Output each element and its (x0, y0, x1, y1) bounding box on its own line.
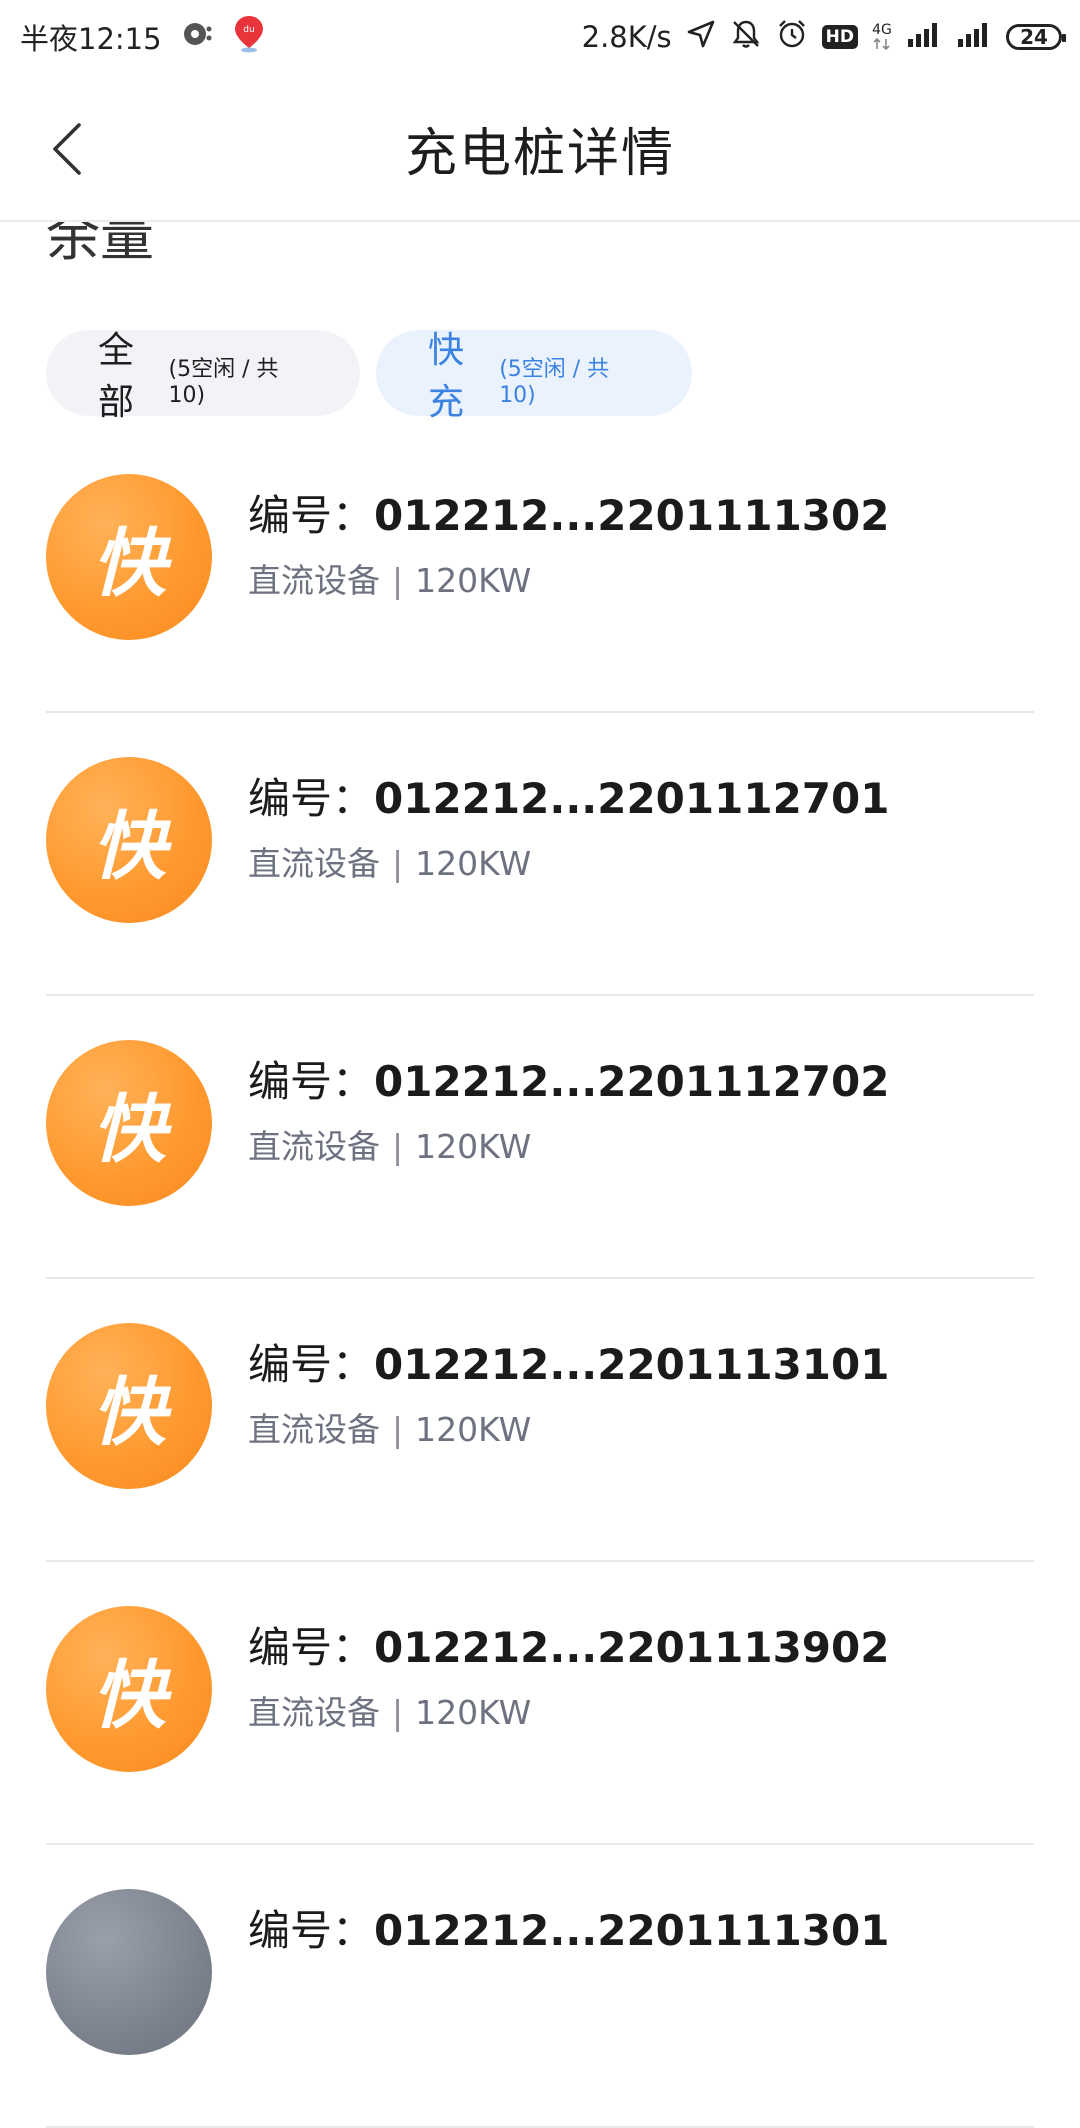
pile-power: 120KW (415, 561, 532, 600)
fast-charge-icon: 快 (46, 1040, 212, 1206)
pile-id: 编号：012212...2201113101 (248, 1331, 889, 1392)
alarm-clock-icon (776, 18, 808, 57)
tab-all-count: (5空闲 / 共10) (168, 356, 279, 408)
pile-id-value: 012212...2201111301 (374, 1906, 890, 1955)
svg-text:du: du (243, 25, 254, 35)
signal-strength-icon-2 (956, 19, 992, 56)
pile-list-item[interactable]: 快 编号：012212...2201112702 直流设备 | 120KW (46, 996, 1034, 1279)
pile-power: 120KW (415, 1127, 532, 1166)
tab-all[interactable]: 全部 (5空闲 / 共10) (46, 330, 360, 423)
tab-fast-label: 快充 (428, 330, 465, 423)
pile-id-label: 编号： (248, 1340, 375, 1389)
charging-pile-list: 快 编号：012212...2201111302 直流设备 | 120KW 快 编号… (46, 430, 1034, 2128)
pile-id-value: 012212...2201113101 (374, 1340, 890, 1389)
pile-id-label: 编号： (248, 1906, 375, 1955)
pile-id-value: 012212...2201112701 (374, 774, 890, 823)
fast-charge-icon: 快 (46, 474, 212, 640)
pile-id: 编号：012212...2201113902 (248, 1614, 889, 1675)
status-right: 2.8K/s HD 4G 24 (581, 0, 1066, 74)
pile-type: 直流设备 (248, 561, 380, 600)
spec-separator: | (392, 561, 404, 600)
pile-id: 编号：012212...2201112702 (248, 1048, 889, 1109)
pile-list-item[interactable]: 快 编号：012212...2201112701 直流设备 | 120KW (46, 713, 1034, 996)
baidu-map-icon: du (232, 14, 266, 61)
filter-tabs: 全部 (5空闲 / 共10) 快充 (5空闲 / 共10) (46, 330, 692, 423)
hd-voice-badge: HD (821, 25, 858, 49)
network-type-label: 4G (872, 22, 892, 38)
pile-id-value: 012212...2201111302 (374, 491, 890, 540)
location-arrow-icon (686, 19, 716, 56)
pile-id-label: 编号： (248, 1057, 375, 1106)
pile-id: 编号：012212...2201111302 (248, 482, 889, 543)
tab-all-label: 全部 (98, 330, 135, 423)
pile-list-item[interactable]: 快 编号：012212...2201113101 直流设备 | 120KW (46, 1279, 1034, 1562)
pile-list-item[interactable]: 编号：012212...2201111301 (46, 1845, 1034, 2128)
pile-type: 直流设备 (248, 844, 380, 883)
fast-charge-icon-glyph: 快 (92, 1086, 166, 1173)
mute-bell-icon (730, 18, 762, 57)
fast-charge-icon-glyph: 快 (92, 1652, 166, 1739)
pile-id: 编号：012212...2201112701 (248, 765, 889, 826)
data-arrows-icon (873, 37, 890, 51)
status-bar: 半夜12:15 du 2.8K/s HD 4G 24 (0, 0, 1080, 74)
status-time: 半夜12:15 (20, 22, 162, 56)
pile-id-value: 012212...2201113902 (374, 1623, 890, 1672)
chevron-left-icon (53, 123, 81, 175)
network-speed: 2.8K/s (581, 20, 672, 54)
fast-charge-icon: 快 (46, 757, 212, 923)
pile-spec: 直流设备 | 120KW (248, 1120, 531, 1168)
battery-level: 24 (1020, 25, 1048, 49)
pile-power: 120KW (415, 844, 532, 883)
spec-separator: | (392, 1127, 404, 1166)
pile-type: 直流设备 (248, 1693, 380, 1732)
pile-type: 直流设备 (248, 1410, 380, 1449)
fast-charge-icon-glyph: 快 (92, 803, 166, 890)
app-notification-icon (180, 17, 214, 58)
pile-type: 直流设备 (248, 1127, 380, 1166)
back-button[interactable] (36, 114, 96, 184)
page-header: 充电桩详情 (0, 74, 1080, 222)
pile-spec: 直流设备 | 120KW (248, 1686, 531, 1734)
spec-separator: | (392, 844, 404, 883)
battery-indicator: 24 (1006, 24, 1066, 50)
pile-spec: 直流设备 | 120KW (248, 1403, 531, 1451)
tab-fast-charge[interactable]: 快充 (5空闲 / 共10) (376, 330, 692, 423)
signal-strength-icon-1 (906, 19, 942, 56)
page-title: 充电桩详情 (404, 123, 675, 184)
pile-id: 编号：012212...2201111301 (248, 1897, 889, 1958)
charge-pile-icon-occupied (46, 1889, 212, 2055)
pile-list-item[interactable]: 快 编号：012212...2201113902 直流设备 | 120KW (46, 1562, 1034, 1845)
spec-separator: | (392, 1693, 404, 1732)
tab-fast-count: (5空闲 / 共10) (499, 356, 610, 408)
pile-id-label: 编号： (248, 774, 375, 823)
spec-separator: | (392, 1410, 404, 1449)
pile-list-item[interactable]: 快 编号：012212...2201111302 直流设备 | 120KW (46, 430, 1034, 713)
pile-id-label: 编号： (248, 1623, 375, 1672)
pile-spec: 直流设备 | 120KW (248, 554, 531, 602)
fast-charge-icon-glyph: 快 (92, 1369, 166, 1456)
pile-power: 120KW (415, 1410, 532, 1449)
fast-charge-icon: 快 (46, 1323, 212, 1489)
pile-spec: 直流设备 | 120KW (248, 837, 531, 885)
pile-id-label: 编号： (248, 491, 375, 540)
pile-id-value: 012212...2201112702 (374, 1057, 890, 1106)
mobile-data-4g: 4G (872, 23, 892, 51)
fast-charge-icon: 快 (46, 1606, 212, 1772)
fast-charge-icon-glyph: 快 (92, 520, 166, 607)
status-left: 半夜12:15 du (20, 0, 266, 74)
pile-power: 120KW (415, 1693, 532, 1732)
